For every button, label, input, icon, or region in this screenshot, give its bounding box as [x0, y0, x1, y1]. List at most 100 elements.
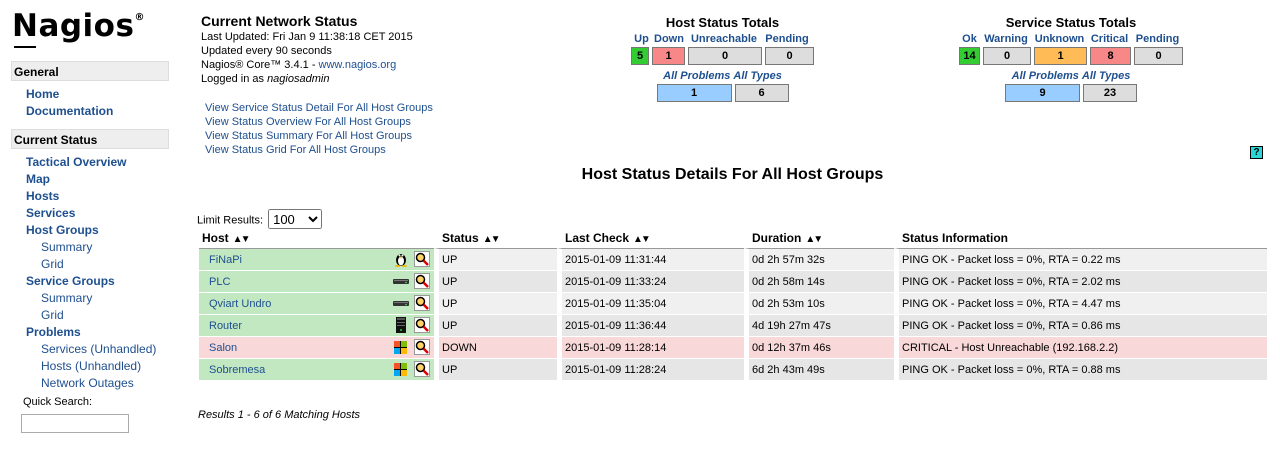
host-name-link[interactable]: Salon	[209, 342, 237, 354]
duration-cell: 6d 2h 43m 49s	[744, 359, 894, 381]
logged-user: nagiosadmin	[267, 73, 330, 85]
nav-host-groups-summary[interactable]: Summary	[41, 240, 92, 254]
host-all-problems-label[interactable]: All Problems	[663, 70, 730, 82]
service-ok-count[interactable]: 14	[959, 47, 980, 65]
nav-problems-hosts-unhandled[interactable]: Unhandled	[79, 359, 137, 373]
host-all-types-count[interactable]: 6	[734, 84, 789, 102]
service-warning-label[interactable]: Warning	[982, 33, 1030, 45]
host-unreachable-label[interactable]: Unreachable	[689, 33, 760, 45]
host-totals-summary-values: 1 6	[620, 84, 825, 102]
host-up-count[interactable]: 5	[631, 47, 649, 65]
host-name-link[interactable]: PLC	[209, 276, 230, 288]
last-check-cell: 2015-01-09 11:28:24	[557, 359, 744, 381]
status-information-cell: CRITICAL - Host Unreachable (192.168.2.2…	[894, 337, 1267, 359]
view-service-status-detail-link[interactable]: View Service Status Detail For All Host …	[205, 101, 433, 115]
view-status-overview-link[interactable]: View Status Overview For All Host Groups	[205, 115, 433, 129]
service-pending-label[interactable]: Pending	[1133, 33, 1182, 45]
service-all-problems-label[interactable]: All Problems	[1012, 70, 1079, 82]
table-row: Qviart Undro UP 2015-01-09 11:35:04 0d 2h 5…	[199, 293, 1267, 315]
host-name-link[interactable]: Sobremesa	[209, 364, 265, 376]
service-pending-count[interactable]: 0	[1134, 47, 1183, 65]
info-title: Current Network Status	[201, 13, 358, 29]
nagios-logo[interactable]: Nagios®	[12, 8, 145, 48]
col-duration: Duration ▲▼	[744, 228, 894, 249]
view-service-details-icon[interactable]	[414, 295, 430, 314]
sort-arrows-icon[interactable]: ▲▼	[233, 234, 251, 245]
quick-search-label: Quick Search:	[23, 396, 93, 408]
nav-documentation[interactable]: Documentation	[26, 104, 113, 118]
view-service-details-icon[interactable]	[414, 273, 430, 292]
sidebar: Nagios® General Home Documentation Curre…	[0, 0, 180, 452]
nav-service-groups[interactable]: Service Groups	[26, 274, 115, 288]
service-ok-label[interactable]: Ok	[960, 33, 979, 45]
host-unreachable-count[interactable]: 0	[688, 47, 762, 65]
table-row: Sobremesa UP 2015-01-09 11:28:24 6d 2h 43m …	[199, 359, 1267, 381]
col-status-information-label: Status Information	[902, 231, 1009, 245]
host-cell: Qviart Undro	[199, 293, 434, 315]
service-critical-label[interactable]: Critical	[1089, 33, 1130, 45]
service-totals-title: Service Status Totals	[1005, 15, 1137, 30]
view-status-grid-link[interactable]: View Status Grid For All Host Groups	[205, 143, 433, 157]
nav-problems[interactable]: Problems	[26, 325, 81, 339]
service-warning-count[interactable]: 0	[983, 47, 1031, 65]
limit-results-select[interactable]: 100	[268, 209, 323, 229]
logged-in-line: Logged in as nagiosadmin	[201, 72, 413, 86]
quick-search-input[interactable]	[21, 414, 129, 433]
update-interval: Updated every 90 seconds	[201, 45, 332, 57]
help-icon[interactable]: ?	[1250, 146, 1263, 159]
host-name-link[interactable]: Qviart Undro	[209, 298, 271, 310]
service-totals-labels: Ok Warning Unknown Critical Pending	[955, 33, 1187, 45]
host-down-count[interactable]: 1	[652, 47, 685, 65]
nav-host-groups[interactable]: Host Groups	[26, 223, 99, 237]
sort-arrows-icon[interactable]: ▲▼	[805, 234, 823, 245]
host-cell: Router	[199, 315, 434, 337]
view-service-details-icon[interactable]	[414, 339, 430, 358]
status-cell: DOWN	[434, 337, 557, 359]
table-row: Router UP 2015-01-09 11:36:44 4d 19h 27m 47…	[199, 315, 1267, 337]
nav-problems-services: Services (Unhandled)	[41, 342, 157, 356]
host-all-types-label[interactable]: All Types	[733, 70, 782, 82]
nav-home[interactable]: Home	[26, 87, 59, 101]
nav-problems-hosts-link[interactable]: Hosts	[41, 359, 72, 373]
host-name-link[interactable]: Router	[209, 320, 242, 332]
service-all-types-count[interactable]: 23	[1083, 84, 1137, 102]
device-os-icon	[393, 273, 409, 292]
nav-problems-services-unhandled[interactable]: Unhandled	[94, 342, 152, 356]
view-service-details-icon[interactable]	[414, 361, 430, 380]
host-pending-count[interactable]: 0	[765, 47, 814, 65]
view-service-details-icon[interactable]	[414, 317, 430, 336]
service-all-problems-count[interactable]: 9	[1005, 84, 1080, 102]
host-up-label[interactable]: Up	[634, 33, 650, 45]
limit-results: Limit Results: 100	[197, 209, 323, 229]
nav-service-groups-summary[interactable]: Summary	[41, 291, 92, 305]
view-service-details-icon[interactable]	[414, 251, 430, 270]
nav-problems-hosts: Hosts (Unhandled)	[41, 359, 142, 373]
status-information-cell: PING OK - Packet loss = 0%, RTA = 0.88 m…	[894, 359, 1267, 381]
host-down-label[interactable]: Down	[653, 33, 686, 45]
nav-host-groups-grid[interactable]: Grid	[41, 257, 64, 271]
service-unknown-label[interactable]: Unknown	[1033, 33, 1086, 45]
service-critical-count[interactable]: 8	[1090, 47, 1131, 65]
sort-arrows-icon[interactable]: ▲▼	[483, 234, 501, 245]
host-icons	[393, 251, 430, 270]
nav-network-outages[interactable]: Network Outages	[41, 376, 134, 390]
duration-cell: 0d 12h 37m 46s	[744, 337, 894, 359]
nagios-website-link[interactable]: www.nagios.org	[319, 59, 397, 71]
service-unknown-count[interactable]: 1	[1034, 47, 1087, 65]
nav-problems-services-link[interactable]: Services	[41, 342, 87, 356]
nav-service-groups-grid[interactable]: Grid	[41, 308, 64, 322]
sort-arrows-icon[interactable]: ▲▼	[633, 234, 651, 245]
nav-services[interactable]: Services	[26, 206, 75, 220]
host-pending-label[interactable]: Pending	[763, 33, 812, 45]
status-information-cell: PING OK - Packet loss = 0%, RTA = 4.47 m…	[894, 293, 1267, 315]
view-status-summary-link[interactable]: View Status Summary For All Host Groups	[205, 129, 433, 143]
last-check-cell: 2015-01-09 11:31:44	[557, 249, 744, 271]
linux-os-icon	[393, 251, 409, 270]
nav-hosts[interactable]: Hosts	[26, 189, 59, 203]
windows-os-icon	[393, 361, 409, 380]
service-all-types-label[interactable]: All Types	[1082, 70, 1131, 82]
host-cell: FiNaPi	[199, 249, 434, 271]
last-check-cell: 2015-01-09 11:36:44	[557, 315, 744, 337]
host-all-problems-count[interactable]: 1	[656, 84, 732, 102]
host-name-link[interactable]: FiNaPi	[209, 254, 242, 266]
